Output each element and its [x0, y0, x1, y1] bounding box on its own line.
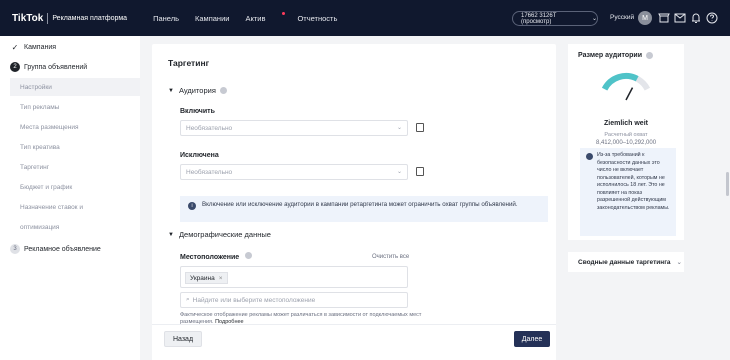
avatar[interactable]: M [638, 11, 652, 25]
step-label: Кампания [24, 43, 57, 51]
sidebar-item-creative-type[interactable]: Тип креатива [20, 144, 60, 151]
exclude-label: Исключена [180, 152, 219, 159]
info-icon [586, 153, 593, 160]
sidebar-item-optimization[interactable]: оптимизация [20, 224, 59, 231]
select-placeholder: Необязательно [186, 124, 233, 132]
location-tag: Украина × [185, 272, 228, 284]
back-button[interactable]: Назад [164, 331, 202, 347]
platform-name: Рекламная платформа [52, 14, 128, 22]
info-icon[interactable] [245, 252, 253, 259]
selected-locations: Украина × [180, 266, 408, 288]
sidebar-item-bidding[interactable]: Назначение ставок и [20, 204, 83, 211]
location-label-text: Местоположение [180, 254, 240, 261]
sidebar-item-targeting[interactable]: Таргетинг [20, 164, 49, 171]
include-audience-select[interactable]: Необязательно ⌄ [180, 120, 408, 136]
retargeting-notice: i Включение или исключение аудитории в к… [180, 196, 548, 222]
notification-dot [282, 11, 286, 15]
chevron-down-icon: ⌄ [591, 16, 597, 22]
location-label: Местоположение [180, 252, 253, 261]
nav-assets-label: Актив [245, 13, 266, 23]
account-name: 17662 3126T (просмотр) [521, 12, 557, 25]
info-icon[interactable] [219, 87, 227, 94]
step-campaign[interactable]: ✓ Кампания [10, 42, 56, 52]
gauge-fill [601, 73, 639, 91]
chevron-down-icon: ⌄ [676, 259, 682, 266]
exclude-audience-select[interactable]: Необязательно ⌄ [180, 164, 408, 180]
info-icon: i [188, 202, 196, 210]
audience-section-toggle[interactable]: ▼ Аудитория [168, 86, 227, 95]
step-label: Группа объявлений [24, 63, 88, 71]
mail-icon[interactable] [674, 12, 686, 24]
store-icon[interactable] [658, 12, 670, 24]
demographics-section-toggle[interactable]: ▼ Демографические данные [168, 230, 271, 239]
audience-gauge [601, 73, 651, 101]
tiktok-logo: TikTok [12, 12, 44, 24]
sidebar-item-placements[interactable]: Места размещения [20, 124, 79, 131]
audience-size-panel: Размер аудитории Ziemlich weit Расчетный… [568, 44, 684, 240]
step-ad[interactable]: 3 Рекламное объявление [10, 244, 101, 254]
nav-assets[interactable]: Актив [245, 11, 286, 23]
file-upload-icon[interactable] [416, 123, 424, 132]
scrollbar[interactable] [726, 172, 729, 196]
audience-size-title: Размер аудитории [578, 52, 654, 59]
next-button[interactable]: Далее [514, 331, 550, 347]
search-icon: ⌕ [186, 296, 190, 303]
brand-divider [47, 12, 49, 24]
reach-value: 8,412,000–10,292,000 [595, 140, 657, 146]
sidebar-item-budget[interactable]: Бюджет и график [20, 184, 72, 191]
file-upload-icon[interactable] [416, 167, 424, 176]
help-icon[interactable] [706, 12, 718, 24]
language-selector[interactable]: Русский [610, 14, 634, 21]
caret-down-icon: ▼ [168, 87, 174, 94]
brand[interactable]: TikTok Рекламная платформа [12, 12, 128, 24]
targeting-summary-toggle[interactable]: Сводные данные таргетинга ⌄ [568, 252, 684, 272]
chevron-down-icon: ⌄ [396, 169, 402, 175]
chevron-down-icon: ⌄ [396, 125, 402, 131]
account-selector[interactable]: 17662 3126T (просмотр) ⌄ [512, 11, 598, 26]
top-nav-bar: TikTok Рекламная платформа Панель Кампан… [0, 0, 730, 36]
include-label: Включить [180, 108, 215, 115]
location-search-input[interactable]: ⌕ Найдите или выберите местоположение [180, 292, 408, 308]
nav-campaigns[interactable]: Кампании [195, 14, 229, 23]
footer-actions: Назад Далее [152, 324, 556, 360]
section-title: Демографические данные [178, 230, 271, 239]
clear-all-link[interactable]: Очистить все [372, 254, 409, 260]
reach-label: Расчетный охват [604, 132, 648, 138]
step-ad-group[interactable]: 2 Группа объявлений [10, 62, 87, 72]
audience-status: Ziemlich weit [604, 120, 648, 127]
tag-label: Украина [190, 274, 215, 282]
targeting-card: Таргетинг ▼ Аудитория Включить Необязате… [152, 44, 556, 360]
section-title: Аудитория [178, 86, 216, 95]
step-number: 2 [10, 62, 20, 72]
page-title: Таргетинг [168, 58, 210, 68]
nav-reporting[interactable]: Отчетность [297, 14, 337, 23]
select-placeholder: Необязательно [186, 168, 233, 176]
panel-title: Размер аудитории [578, 52, 643, 59]
age-notice: Из-за требований к безопасности данных э… [580, 148, 676, 236]
close-icon[interactable]: × [219, 275, 223, 282]
step-label: Рекламное объявление [24, 245, 101, 253]
sidebar-item-ad-type[interactable]: Тип рекламы [20, 104, 59, 111]
checkmark-icon: ✓ [11, 42, 19, 52]
step-number: 3 [10, 244, 20, 254]
search-placeholder: Найдите или выберите местоположение [192, 296, 316, 304]
info-icon[interactable] [646, 52, 654, 59]
sidebar: ✓ Кампания 2 Группа объявлений Настройки… [0, 36, 140, 360]
caret-down-icon: ▼ [168, 231, 174, 238]
nav-dashboard[interactable]: Панель [153, 14, 179, 23]
summary-label: Сводные данные таргетинга [578, 258, 671, 266]
notice-text: Включение или исключение аудитории в кам… [202, 201, 518, 208]
sidebar-item-settings[interactable]: Настройки [10, 78, 140, 96]
main-nav: Панель Кампании Актив Отчетность [153, 11, 353, 23]
gauge-needle [625, 87, 634, 101]
bell-icon[interactable] [690, 12, 702, 24]
notice-text: Из-за требований к безопасности данных э… [597, 152, 670, 211]
